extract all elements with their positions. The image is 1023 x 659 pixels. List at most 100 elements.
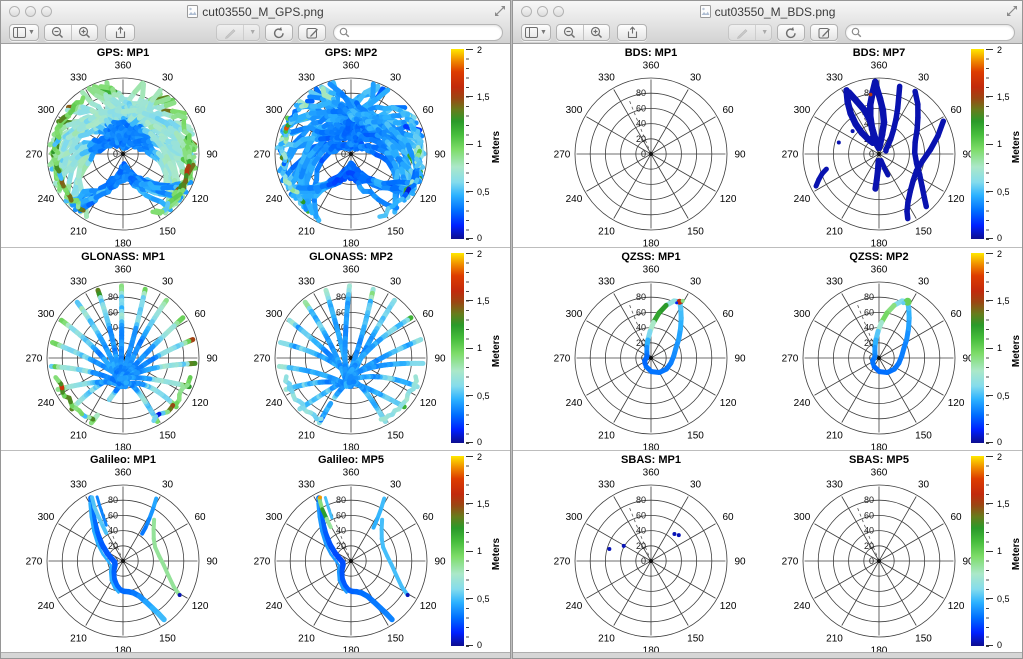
svg-text:150: 150 [687, 634, 704, 645]
svg-text:360: 360 [871, 265, 888, 276]
edit-toolbar-button[interactable] [298, 24, 326, 41]
svg-text:90: 90 [734, 557, 746, 568]
svg-text:330: 330 [826, 72, 843, 83]
search-icon [339, 27, 350, 38]
sidebar-button[interactable]: ▼ [521, 24, 551, 41]
svg-text:150: 150 [915, 431, 932, 442]
svg-text:270: 270 [782, 150, 799, 161]
svg-text:360: 360 [871, 468, 888, 479]
svg-text:60: 60 [636, 510, 646, 520]
svg-text:0: 0 [641, 149, 646, 159]
document-icon [187, 5, 198, 18]
svg-text:120: 120 [948, 194, 965, 205]
window-toolbar: ▼ ▼ [513, 23, 1022, 43]
colorbar-tick: 0 [477, 640, 482, 650]
colorbar-gradient [971, 253, 984, 443]
colorbar-tick: 1 [997, 343, 1002, 353]
svg-text:120: 120 [948, 398, 965, 409]
svg-text:80: 80 [108, 495, 118, 505]
search-field[interactable] [333, 24, 503, 41]
svg-text:60: 60 [951, 309, 963, 320]
fullscreen-icon[interactable] [494, 5, 506, 17]
share-button[interactable] [105, 24, 135, 41]
markup-pen-segment[interactable] [217, 25, 243, 40]
markup-pen-button[interactable]: ▼ [728, 24, 772, 41]
svg-text:60: 60 [951, 512, 963, 523]
colorbar-label: Meters [1011, 335, 1022, 367]
rotate-left-button[interactable] [265, 24, 293, 41]
svg-text:120: 120 [720, 194, 737, 205]
sidebar-icon [525, 27, 538, 38]
svg-text:300: 300 [794, 309, 811, 320]
svg-text:210: 210 [826, 227, 843, 238]
svg-text:330: 330 [298, 479, 315, 490]
svg-text:60: 60 [336, 510, 346, 520]
window-title: cut03550_M_BDS.png [715, 5, 836, 19]
svg-text:180: 180 [115, 239, 132, 248]
svg-text:330: 330 [70, 479, 87, 490]
svg-text:30: 30 [918, 276, 930, 287]
svg-text:30: 30 [162, 72, 174, 83]
search-input[interactable] [350, 26, 502, 39]
svg-text:330: 330 [298, 72, 315, 83]
colorbar-tick: 2 [997, 249, 1002, 259]
colorbar-tick: 0 [477, 233, 482, 243]
colorbar: 2 1,5 1 0,5 0 Meters [971, 253, 1023, 449]
edit-toolbar-button[interactable] [810, 24, 838, 41]
colorbar-tick: 2 [997, 45, 1002, 55]
zoom-out-icon [51, 26, 64, 39]
svg-text:210: 210 [598, 227, 615, 238]
svg-text:60: 60 [723, 309, 735, 320]
rotate-left-button[interactable] [777, 24, 805, 41]
svg-text:360: 360 [115, 468, 132, 479]
svg-text:80: 80 [336, 495, 346, 505]
colorbar-label: Meters [1011, 538, 1022, 570]
colorbar-tick: 1 [997, 139, 1002, 149]
fullscreen-icon[interactable] [1006, 5, 1018, 17]
colorbar-label: Meters [491, 335, 502, 367]
plot-row: GPS: MP1 GPS: MP2 3603060901201501802102… [1, 44, 510, 247]
svg-text:30: 30 [690, 276, 702, 287]
markup-pen-segment[interactable] [729, 25, 755, 40]
svg-text:270: 270 [254, 557, 271, 568]
svg-text:40: 40 [636, 526, 646, 536]
colorbar-gradient [971, 49, 984, 239]
svg-text:150: 150 [387, 227, 404, 238]
zoom-out-button[interactable] [45, 25, 71, 40]
markup-pen-menu[interactable]: ▼ [244, 25, 259, 40]
svg-text:30: 30 [390, 72, 402, 83]
svg-text:300: 300 [38, 105, 55, 116]
zoom-out-button[interactable] [557, 25, 583, 40]
svg-text:60: 60 [864, 307, 874, 317]
search-input[interactable] [862, 26, 1014, 39]
svg-text:30: 30 [162, 276, 174, 287]
window-titlebar[interactable]: cut03550_M_GPS.png [1, 1, 510, 23]
colorbar-tick: 1,5 [997, 499, 1010, 509]
share-button[interactable] [617, 24, 647, 41]
svg-text:240: 240 [38, 194, 55, 205]
window-titlebar[interactable]: cut03550_M_BDS.png [513, 1, 1022, 23]
zoom-in-button[interactable] [72, 25, 98, 40]
svg-text:150: 150 [687, 227, 704, 238]
svg-text:300: 300 [794, 512, 811, 523]
markup-pen-menu[interactable]: ▼ [756, 25, 771, 40]
svg-text:60: 60 [723, 105, 735, 116]
svg-text:150: 150 [387, 634, 404, 645]
search-field[interactable] [845, 24, 1015, 41]
svg-text:210: 210 [70, 431, 87, 442]
window-footer [513, 652, 1022, 658]
svg-text:60: 60 [108, 307, 118, 317]
window-chrome: cut03550_M_BDS.png ▼ ▼ [513, 1, 1022, 44]
polar-skyplot: 3603060901201501802102402703003302040608… [546, 248, 756, 451]
markup-pen-icon [736, 27, 749, 39]
colorbar-label: Meters [491, 131, 502, 163]
zoom-in-button[interactable] [584, 25, 610, 40]
svg-text:270: 270 [26, 150, 43, 161]
sidebar-button[interactable]: ▼ [9, 24, 39, 41]
svg-text:360: 360 [343, 468, 360, 479]
polar-skyplot: 3603060901201501802102402703003302040608… [18, 248, 228, 451]
svg-text:90: 90 [434, 150, 446, 161]
markup-pen-button[interactable]: ▼ [216, 24, 260, 41]
svg-text:0: 0 [869, 149, 874, 159]
svg-text:60: 60 [195, 512, 207, 523]
